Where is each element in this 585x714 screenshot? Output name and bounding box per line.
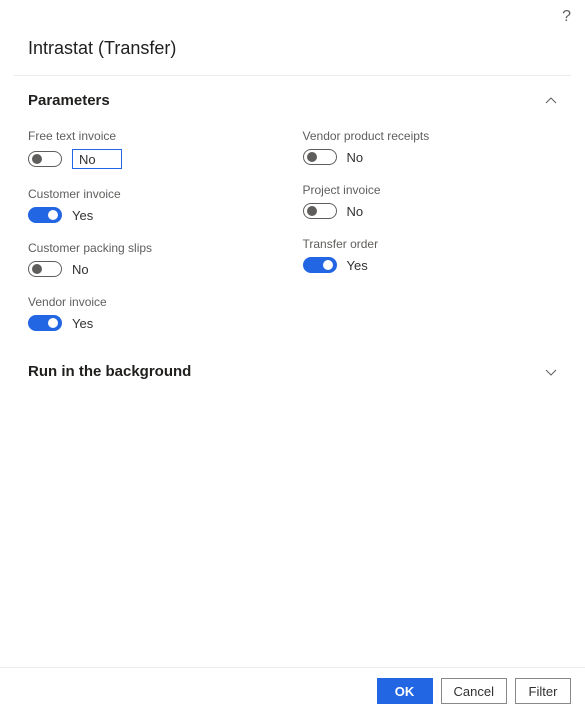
toggle-customer-invoice[interactable]	[28, 207, 62, 223]
toggle-vendor-product-receipts[interactable]	[303, 149, 337, 165]
toggle-customer-packing-slips[interactable]	[28, 261, 62, 277]
parameters-body: Free text invoice Customer invoice Yes C…	[28, 119, 557, 347]
dialog-title: Intrastat (Transfer)	[0, 0, 585, 75]
label-customer-packing-slips: Customer packing slips	[28, 241, 283, 255]
toggle-transfer-order[interactable]	[303, 257, 337, 273]
label-transfer-order: Transfer order	[303, 237, 558, 251]
toggle-project-invoice[interactable]	[303, 203, 337, 219]
input-free-text-invoice-value[interactable]	[72, 149, 122, 169]
cancel-button[interactable]: Cancel	[441, 678, 507, 704]
section-title-background: Run in the background	[28, 363, 191, 380]
section-header-parameters[interactable]: Parameters	[28, 76, 557, 119]
parameters-left-column: Free text invoice Customer invoice Yes C…	[28, 119, 283, 331]
label-free-text-invoice: Free text invoice	[28, 129, 283, 143]
label-customer-invoice: Customer invoice	[28, 187, 283, 201]
label-vendor-product-receipts: Vendor product receipts	[303, 129, 558, 143]
label-project-invoice: Project invoice	[303, 183, 558, 197]
section-background: Run in the background	[0, 347, 585, 390]
section-header-background[interactable]: Run in the background	[28, 347, 557, 390]
field-vendor-invoice: Vendor invoice Yes	[28, 295, 283, 331]
help-icon[interactable]: ?	[562, 8, 571, 26]
field-project-invoice: Project invoice No	[303, 183, 558, 219]
value-customer-invoice: Yes	[72, 208, 93, 223]
dialog-footer: OK Cancel Filter	[0, 667, 585, 714]
field-customer-invoice: Customer invoice Yes	[28, 187, 283, 223]
chevron-down-icon	[545, 366, 557, 378]
field-customer-packing-slips: Customer packing slips No	[28, 241, 283, 277]
value-project-invoice: No	[347, 204, 364, 219]
filter-button[interactable]: Filter	[515, 678, 571, 704]
toggle-free-text-invoice[interactable]	[28, 151, 62, 167]
field-free-text-invoice: Free text invoice	[28, 129, 283, 169]
section-title-parameters: Parameters	[28, 92, 110, 109]
toggle-vendor-invoice[interactable]	[28, 315, 62, 331]
field-transfer-order: Transfer order Yes	[303, 237, 558, 273]
section-parameters: Parameters Free text invoice Customer in…	[0, 76, 585, 347]
value-transfer-order: Yes	[347, 258, 368, 273]
value-customer-packing-slips: No	[72, 262, 89, 277]
value-vendor-product-receipts: No	[347, 150, 364, 165]
field-vendor-product-receipts: Vendor product receipts No	[303, 129, 558, 165]
ok-button[interactable]: OK	[377, 678, 433, 704]
parameters-right-column: Vendor product receipts No Project invoi…	[303, 119, 558, 331]
value-vendor-invoice: Yes	[72, 316, 93, 331]
label-vendor-invoice: Vendor invoice	[28, 295, 283, 309]
chevron-up-icon	[545, 95, 557, 107]
